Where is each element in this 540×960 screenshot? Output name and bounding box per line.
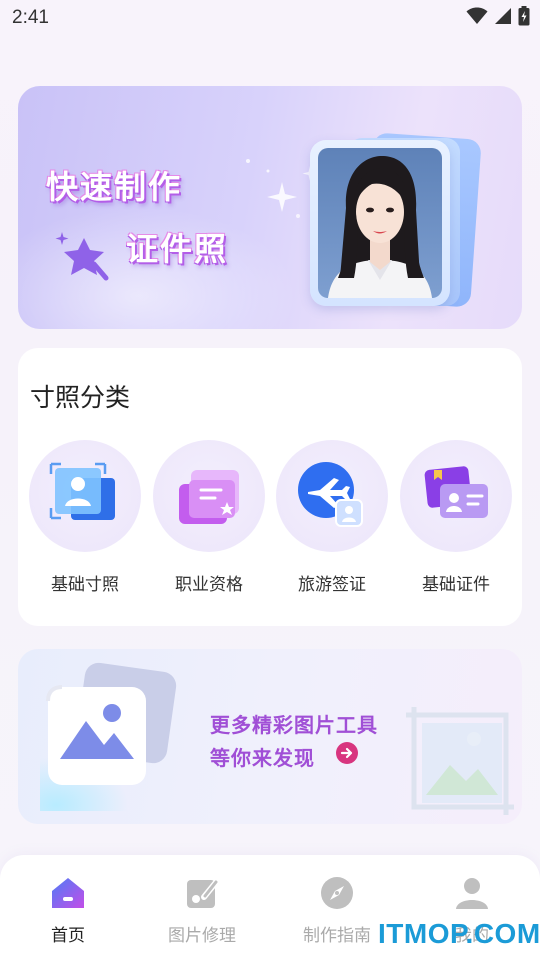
category-label: 基础寸照 xyxy=(51,575,119,595)
hero-banner[interactable]: 快速制作 证件照 xyxy=(18,86,522,329)
category-item-travel-visa[interactable]: 旅游签证 xyxy=(274,440,390,600)
category-item-certificate[interactable]: 职业资格 xyxy=(151,440,267,600)
category-card: 寸照分类 基础寸照 职业资格 旅游签证 基础证件 xyxy=(18,348,522,626)
nav-item-image-edit[interactable]: 图片修理 xyxy=(142,875,262,955)
compass-icon xyxy=(321,877,353,909)
image-crop-icon xyxy=(406,707,514,815)
category-title: 寸照分类 xyxy=(30,383,131,412)
promo-banner[interactable]: 更多精彩图片工具 等你来发现 xyxy=(18,649,522,824)
nav-item-home[interactable]: 首页 xyxy=(8,875,128,955)
certificate-icon xyxy=(179,470,239,524)
banner-title-line1: 快速制作 xyxy=(46,168,183,206)
image-edit-icon xyxy=(187,878,220,908)
magic-star-icon xyxy=(55,232,109,281)
battery-icon xyxy=(518,6,530,26)
nav-label-home: 首页 xyxy=(51,926,85,946)
category-item-basic-id[interactable]: 基础证件 xyxy=(398,440,514,600)
wifi-icon xyxy=(466,7,488,24)
category-item-basic-photo[interactable]: 基础寸照 xyxy=(27,440,143,600)
promo-line1: 更多精彩图片工具 xyxy=(210,713,378,737)
airplane-icon xyxy=(298,462,363,527)
banner-title-line2: 证件照 xyxy=(126,230,229,268)
user-icon xyxy=(456,878,488,909)
promo-line2: 等你来发现 xyxy=(210,746,315,770)
status-icons xyxy=(466,6,530,26)
signal-icon xyxy=(495,8,511,24)
portrait-photo xyxy=(318,148,442,298)
status-bar: 2:41 xyxy=(0,0,540,36)
category-label: 基础证件 xyxy=(422,575,490,595)
arrow-right-icon[interactable] xyxy=(336,742,358,764)
home-icon xyxy=(52,878,84,908)
portrait-photo-icon xyxy=(49,462,115,520)
id-card-icon xyxy=(424,466,488,518)
image-tools-illustration xyxy=(40,662,177,811)
id-photo-sample xyxy=(308,130,488,310)
status-time: 2:41 xyxy=(12,7,49,28)
category-label: 旅游签证 xyxy=(298,575,366,595)
nav-label-image-edit: 图片修理 xyxy=(168,926,236,946)
watermark: ITMOP.COM xyxy=(378,918,540,949)
category-label: 职业资格 xyxy=(175,575,243,595)
